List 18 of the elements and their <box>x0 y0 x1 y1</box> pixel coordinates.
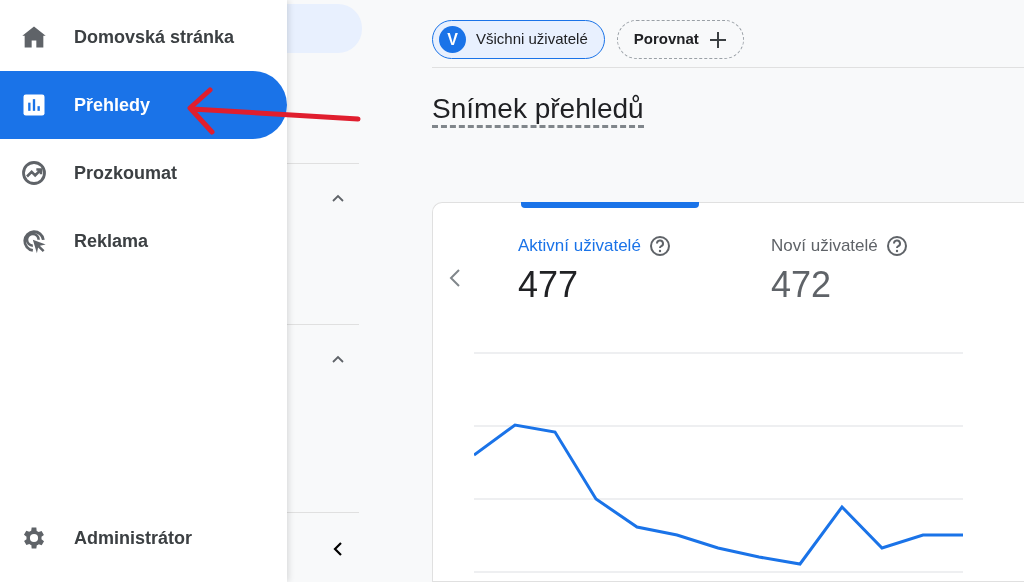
metric-value: 472 <box>771 262 833 306</box>
nav-item[interactable]: Reklama <box>0 207 287 275</box>
nav-item[interactable]: Domovská stránka <box>0 3 287 71</box>
cursor-target-icon <box>20 227 48 255</box>
plus-icon <box>708 30 727 49</box>
nav-item[interactable]: Administrátor <box>0 504 287 572</box>
nav-item[interactable]: Přehledy <box>0 71 287 139</box>
help-icon[interactable] <box>648 234 671 257</box>
trend-circle-icon <box>20 159 48 187</box>
page-title: Snímek přehledů <box>432 93 644 129</box>
help-icon[interactable] <box>885 234 908 257</box>
metric-value: 477 <box>518 262 580 306</box>
metric-tab[interactable]: Aktivní uživatelé <box>518 233 641 259</box>
segment-chip[interactable]: V Všichni uživatelé <box>432 20 605 59</box>
avatar: V <box>439 26 466 53</box>
nav-item[interactable]: Prozkoumat <box>0 139 287 207</box>
previous-icon[interactable] <box>449 267 461 288</box>
metric-tab[interactable]: Noví uživatelé <box>771 233 878 259</box>
